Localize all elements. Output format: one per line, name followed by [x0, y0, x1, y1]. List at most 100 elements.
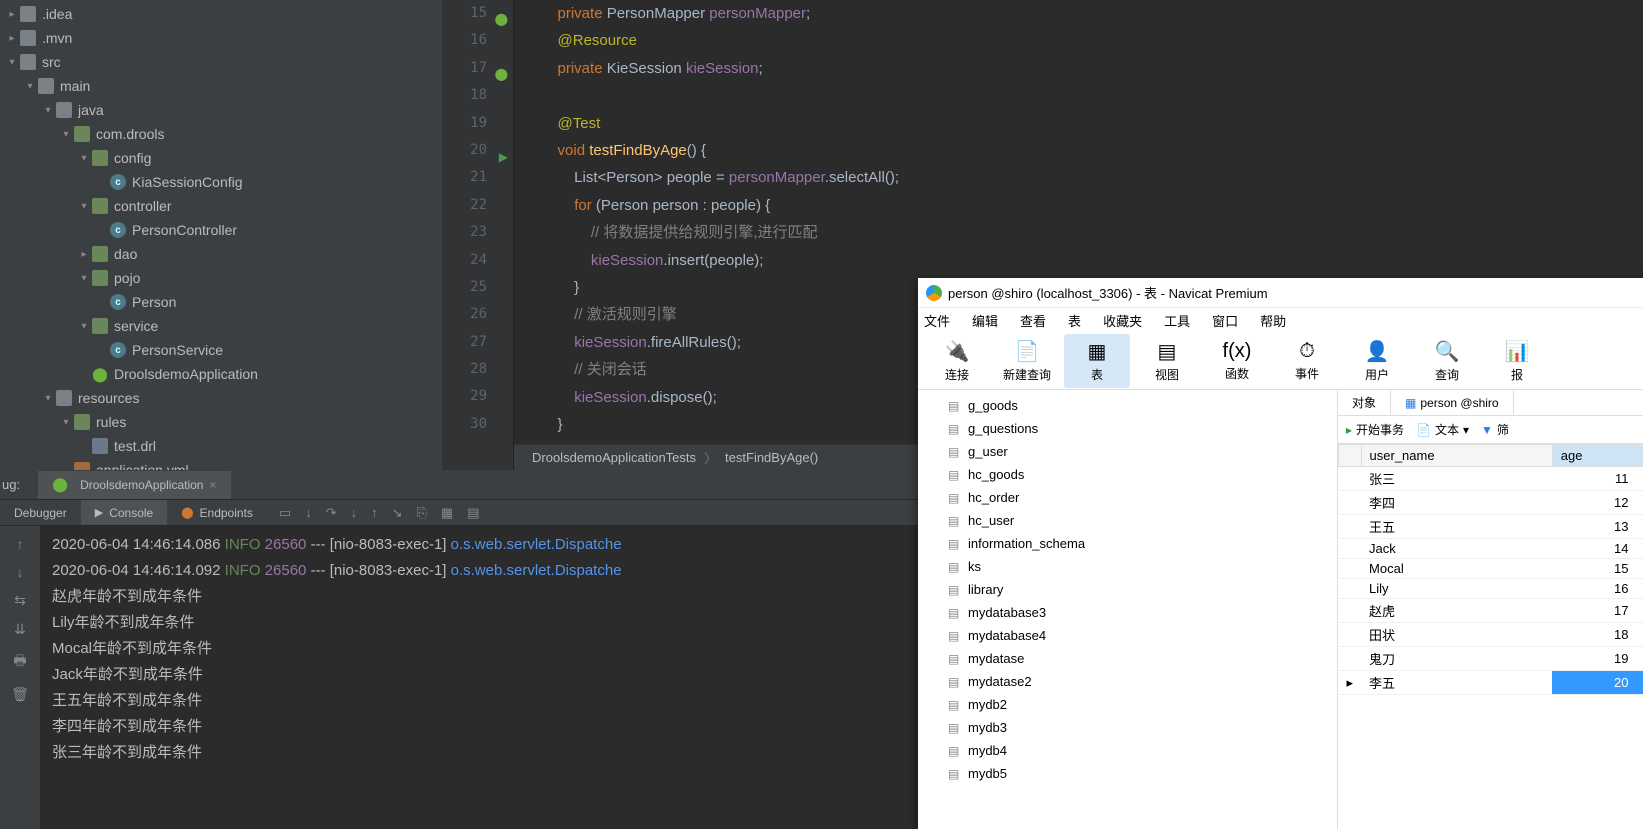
down-icon[interactable]: ↓	[17, 564, 24, 580]
db-table-item[interactable]: ▤mydb5	[918, 762, 1337, 785]
menu-item[interactable]: 帮助	[1260, 311, 1286, 330]
table-row[interactable]: 张三11	[1339, 467, 1643, 491]
menu-item[interactable]: 窗口	[1212, 311, 1238, 330]
code-line[interactable]: @Test	[520, 110, 899, 137]
tree-item[interactable]: ▾service	[0, 314, 442, 338]
step-out-icon[interactable]: ↑	[371, 505, 378, 520]
tree-item[interactable]: test.drl	[0, 434, 442, 458]
cell-age[interactable]: 20	[1552, 671, 1642, 695]
tree-item[interactable]: ▾java	[0, 98, 442, 122]
tree-arrow-icon[interactable]: ▾	[60, 417, 72, 428]
toolbar-button-视图[interactable]: ▤视图	[1134, 334, 1200, 388]
cell-age[interactable]: 15	[1552, 559, 1642, 579]
tree-item[interactable]: ▸.mvn	[0, 26, 442, 50]
tree-item[interactable]: cPersonController	[0, 218, 442, 242]
code-line[interactable]: private KieSession kieSession;	[520, 55, 899, 82]
db-table-item[interactable]: ▤hc_user	[918, 509, 1337, 532]
cell-age[interactable]: 13	[1552, 515, 1642, 539]
tree-item[interactable]: ▸.idea	[0, 2, 442, 26]
line-number[interactable]: 22	[442, 192, 487, 219]
menu-item[interactable]: 编辑	[972, 311, 998, 330]
wrap-icon[interactable]: ⇆	[14, 592, 26, 609]
code-line[interactable]	[520, 82, 899, 109]
line-number[interactable]: 20▶	[442, 137, 487, 164]
navicat-table-list[interactable]: ▤g_goods▤g_questions▤g_user▤hc_goods▤hc_…	[918, 390, 1338, 829]
navicat-menu[interactable]: 文件编辑查看表收藏夹工具窗口帮助	[918, 308, 1643, 332]
cell-user-name[interactable]: Mocal	[1361, 559, 1552, 579]
cell-age[interactable]: 14	[1552, 539, 1642, 559]
line-number[interactable]: 17⬤	[442, 55, 487, 82]
tree-item[interactable]: ▸dao	[0, 242, 442, 266]
cell-user-name[interactable]: 王五	[1361, 515, 1552, 539]
tree-item[interactable]: cPerson	[0, 290, 442, 314]
step-into-icon[interactable]: ↓	[351, 505, 358, 520]
tree-arrow-icon[interactable]: ▾	[6, 57, 18, 68]
toolbar-button-用户[interactable]: 👤用户	[1344, 334, 1410, 388]
tree-arrow-icon[interactable]: ▾	[78, 273, 90, 284]
table-row[interactable]: Mocal15	[1339, 559, 1643, 579]
run-gutter-icon[interactable]: ▶	[499, 144, 508, 171]
tree-arrow-icon[interactable]: ▸	[6, 9, 18, 20]
spring-gutter-icon[interactable]: ⬤	[495, 6, 508, 33]
table-row[interactable]: Lily16	[1339, 579, 1643, 599]
toolbar-button-表[interactable]: ▦表	[1064, 334, 1130, 388]
breadcrumb-method[interactable]: testFindByAge()	[725, 450, 818, 465]
toolbar-button-报[interactable]: 📊报	[1484, 334, 1550, 388]
print-icon[interactable]: 🖶	[13, 650, 26, 674]
line-number[interactable]: 16	[442, 27, 487, 54]
scroll-icon[interactable]: ⇊	[14, 621, 26, 638]
code-line[interactable]: List<Person> people = personMapper.selec…	[520, 164, 899, 191]
tree-item[interactable]: ▾com.drools	[0, 122, 442, 146]
close-icon[interactable]: ×	[209, 478, 216, 492]
db-table-item[interactable]: ▤mydb4	[918, 739, 1337, 762]
line-number[interactable]: 28	[442, 356, 487, 383]
toolbar-button-查询[interactable]: 🔍查询	[1414, 334, 1480, 388]
filter-button[interactable]: ▼筛	[1481, 421, 1509, 438]
text-view-button[interactable]: 📄文本▾	[1416, 421, 1469, 438]
line-number[interactable]: 21	[442, 164, 487, 191]
tree-arrow-icon[interactable]: ▸	[6, 33, 18, 44]
table-row[interactable]: 鬼刀19	[1339, 647, 1643, 671]
tree-item[interactable]: ▾rules	[0, 410, 442, 434]
debugger-tab[interactable]: Debugger	[0, 500, 81, 525]
tree-item[interactable]: application.yml	[0, 458, 442, 470]
code-line[interactable]: // 激活规则引擎	[520, 301, 899, 328]
tree-arrow-icon[interactable]: ▸	[78, 249, 90, 260]
line-number[interactable]: 18	[442, 82, 487, 109]
code-line[interactable]: @Resource	[520, 27, 899, 54]
table-row[interactable]: 王五13	[1339, 515, 1643, 539]
navicat-right-tabs[interactable]: 对象 ▦person @shiro	[1338, 390, 1643, 416]
toolbar-button-新建查询[interactable]: 📄新建查询	[994, 334, 1060, 388]
code-line[interactable]: kieSession.insert(people);	[520, 247, 899, 274]
navicat-titlebar[interactable]: person @shiro (localhost_3306) - 表 - Nav…	[918, 278, 1643, 308]
db-table-item[interactable]: ▤mydatabase3	[918, 601, 1337, 624]
line-number[interactable]: 24	[442, 247, 487, 274]
db-table-item[interactable]: ▤mydatabase4	[918, 624, 1337, 647]
tree-item[interactable]: ▾controller	[0, 194, 442, 218]
menu-item[interactable]: 表	[1068, 311, 1081, 330]
down-stack-icon[interactable]: ↓	[305, 505, 312, 520]
cell-user-name[interactable]: 李四	[1361, 491, 1552, 515]
code-line[interactable]: for (Person person : people) {	[520, 192, 899, 219]
db-table-item[interactable]: ▤hc_order	[918, 486, 1337, 509]
db-table-item[interactable]: ▤hc_goods	[918, 463, 1337, 486]
db-table-item[interactable]: ▤ks	[918, 555, 1337, 578]
project-tree[interactable]: ▸.idea▸.mvn▾src▾main▾java▾com.drools▾con…	[0, 0, 442, 470]
tree-item[interactable]: ▾resources	[0, 386, 442, 410]
line-number[interactable]: 15⬤	[442, 0, 487, 27]
layout-icon[interactable]: ▭	[279, 505, 291, 521]
navicat-data-grid[interactable]: user_name age 张三11李四12王五13Jack14Mocal15L…	[1338, 444, 1643, 829]
cell-age[interactable]: 11	[1552, 467, 1642, 491]
more-icon[interactable]: ▦	[441, 505, 453, 521]
cell-age[interactable]: 17	[1552, 599, 1642, 623]
objects-tab[interactable]: 对象	[1338, 390, 1391, 415]
tree-arrow-icon[interactable]: ▾	[78, 321, 90, 332]
code-line[interactable]: kieSession.dispose();	[520, 384, 899, 411]
line-number[interactable]: 29	[442, 383, 487, 410]
run-config-tab[interactable]: ⬤ DroolsdemoApplication ×	[38, 471, 230, 499]
tree-item[interactable]: cPersonService	[0, 338, 442, 362]
person-table-tab[interactable]: ▦person @shiro	[1391, 390, 1514, 415]
tree-item[interactable]: cKiaSessionConfig	[0, 170, 442, 194]
code-line[interactable]: }	[520, 411, 899, 438]
menu-item[interactable]: 收藏夹	[1103, 311, 1142, 330]
